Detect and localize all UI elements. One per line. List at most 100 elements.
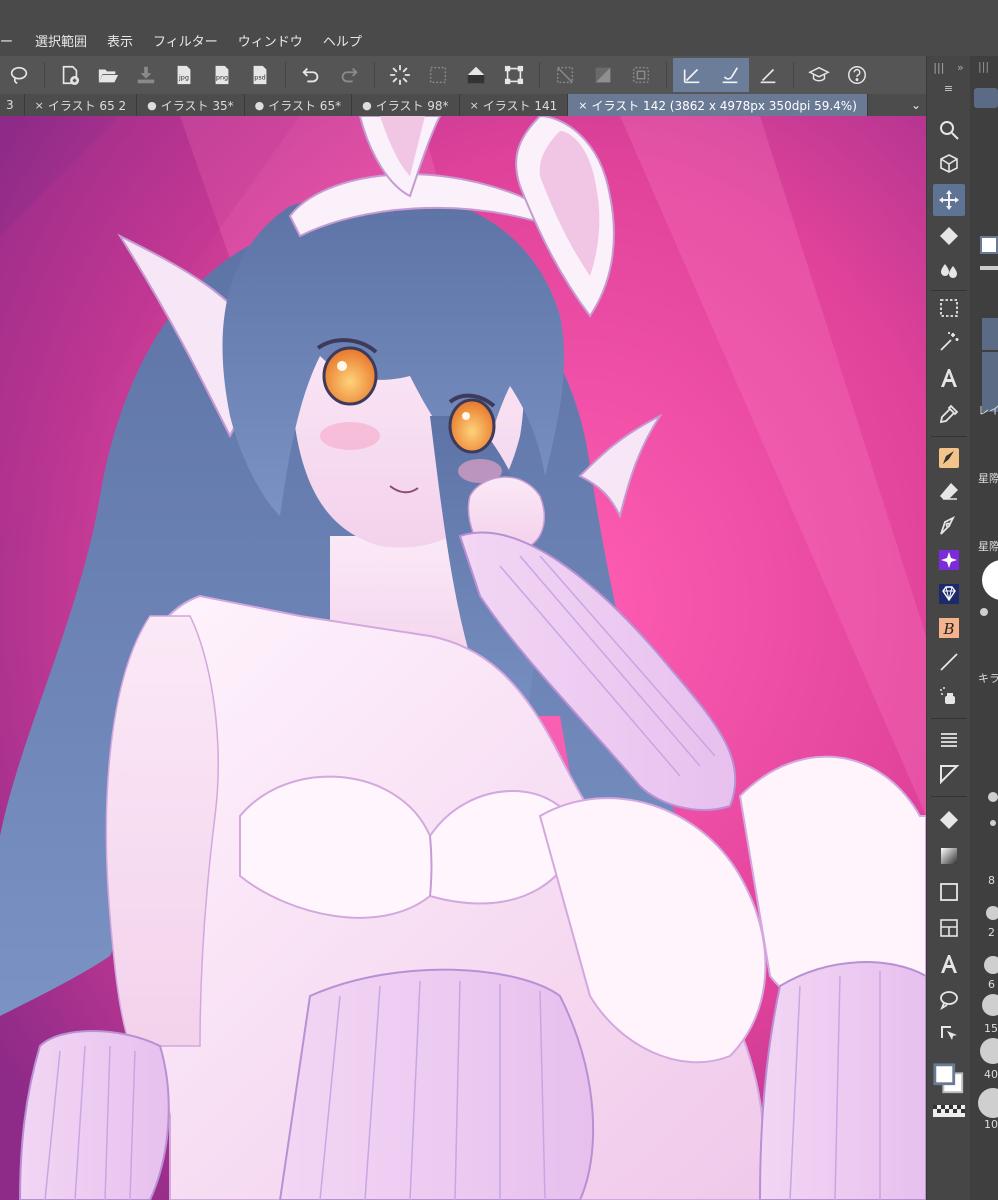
gem-brush-tool[interactable] <box>933 578 965 610</box>
line-tool[interactable] <box>933 646 965 678</box>
save-button[interactable] <box>127 58 165 92</box>
color-bar <box>980 266 998 270</box>
menu-item-view[interactable]: 表示 <box>97 30 143 56</box>
collapse-icon[interactable]: » <box>957 61 964 74</box>
current-color-swatch[interactable] <box>980 236 998 254</box>
spray-tool[interactable] <box>933 680 965 712</box>
menu-item-selection[interactable]: 選択範囲 <box>25 30 97 56</box>
blend-tool[interactable] <box>933 254 965 286</box>
clear-selection-button[interactable] <box>419 58 457 92</box>
selection-border-button[interactable] <box>622 58 660 92</box>
transparent-color-button[interactable] <box>933 1104 965 1118</box>
balloon-tool[interactable] <box>933 984 965 1016</box>
tab-label: 3 <box>6 98 14 112</box>
brush-size-dot[interactable] <box>978 1088 998 1118</box>
palette-grip[interactable]: ||| » <box>927 56 970 78</box>
tab-illust-partial[interactable]: 3 <box>0 94 25 116</box>
learn-button[interactable] <box>800 58 838 92</box>
auto-select-tool[interactable] <box>933 326 965 358</box>
tab-illust-141[interactable]: × イラスト 141 <box>460 94 569 116</box>
ruler-snap-button[interactable] <box>673 58 711 92</box>
ruler-tool[interactable] <box>933 758 965 790</box>
3d-operate-tool[interactable] <box>933 148 965 180</box>
text-tool[interactable] <box>933 362 965 394</box>
artwork <box>0 116 926 1200</box>
brush-size-dot[interactable] <box>990 820 996 826</box>
text-a-icon <box>941 369 957 387</box>
tab-overflow-button[interactable]: ⌄ <box>906 94 926 116</box>
title-strip <box>0 0 998 30</box>
redo-button[interactable] <box>330 58 368 92</box>
close-tab-icon[interactable]: × <box>35 99 44 112</box>
sparkle-brush-tool[interactable] <box>933 544 965 576</box>
panel-layout-tool[interactable] <box>933 912 965 944</box>
menu-item-help[interactable]: ヘルプ <box>313 30 372 56</box>
tab-illust-65-2[interactable]: × イラスト 65 2 <box>25 94 138 116</box>
learn-icon <box>808 66 830 82</box>
tab-illust-35[interactable]: ● イラスト 35* <box>137 94 245 116</box>
lasso-button[interactable] <box>0 58 38 92</box>
color-swatches[interactable] <box>931 1060 967 1098</box>
brush-size-dot[interactable] <box>982 994 998 1016</box>
brush-size-dot[interactable] <box>980 1038 998 1064</box>
pen-tool[interactable] <box>933 442 965 474</box>
grip-icon: ||| <box>933 60 945 74</box>
brush-snap-button[interactable] <box>711 58 749 92</box>
object-cursor-icon <box>941 1026 957 1040</box>
brush-size-dot[interactable] <box>986 906 998 920</box>
selection-gradient-button[interactable] <box>584 58 622 92</box>
tab-illust-65[interactable]: ● イラスト 65* <box>245 94 353 116</box>
tab-illust-98[interactable]: ● イラスト 98* <box>352 94 460 116</box>
cube-cursor-icon <box>940 154 958 173</box>
brush-size-label: 8 <box>988 874 995 887</box>
export-psd-icon: psd <box>253 65 267 85</box>
brush-size-dot[interactable] <box>988 792 998 802</box>
move-tool[interactable] <box>933 184 965 216</box>
panel-tab[interactable] <box>974 88 998 108</box>
pencil-tool[interactable] <box>933 510 965 542</box>
brush-size-dot[interactable] <box>984 956 998 974</box>
layer-list-tool[interactable] <box>933 724 965 756</box>
help-button[interactable] <box>838 58 876 92</box>
panel-grip-icon[interactable]: ||| <box>978 60 989 73</box>
selection-tool[interactable] <box>933 292 965 324</box>
loading-button[interactable] <box>381 58 419 92</box>
tab-label: イラスト 142 (3862 x 4978px 350dpi 59.4%) <box>591 98 857 113</box>
object-tool[interactable] <box>933 1018 965 1050</box>
menu-item-window[interactable]: ウィンドウ <box>228 30 313 56</box>
toolbar-divider <box>666 62 667 88</box>
eraser-tool[interactable] <box>933 476 965 508</box>
eyedropper-icon <box>939 404 959 424</box>
palette-menu-button[interactable]: ≡ <box>927 78 970 98</box>
gradient-tool[interactable] <box>933 840 965 872</box>
undo-button[interactable] <box>292 58 330 92</box>
export-psd-button[interactable]: psd <box>241 58 279 92</box>
brush-size-label: 10 <box>984 1118 998 1131</box>
menu-item-layer[interactable]: ー <box>0 30 25 56</box>
close-tab-icon[interactable]: × <box>578 99 587 112</box>
fill-tool-2[interactable] <box>933 804 965 836</box>
export-png-button[interactable]: png <box>203 58 241 92</box>
selected-subtool[interactable] <box>982 318 998 350</box>
ruler-edit-button[interactable] <box>749 58 787 92</box>
tab-illust-142[interactable]: × イラスト 142 (3862 x 4978px 350dpi 59.4%) <box>568 94 868 116</box>
invert-selection-button[interactable] <box>546 58 584 92</box>
drawing-canvas[interactable] <box>0 116 926 1200</box>
open-button[interactable] <box>89 58 127 92</box>
airbrush-icon <box>940 687 955 704</box>
eyedropper-tool[interactable] <box>933 398 965 430</box>
zoom-tool[interactable] <box>933 114 965 146</box>
selection-border-icon <box>632 66 650 84</box>
new-file-button[interactable] <box>51 58 89 92</box>
text-tool-2[interactable] <box>933 948 965 980</box>
close-tab-icon[interactable]: × <box>470 99 479 112</box>
export-jpg-button[interactable]: jpg <box>165 58 203 92</box>
b-brush-tool[interactable]: B <box>933 612 965 644</box>
transform-button[interactable] <box>495 58 533 92</box>
fill-tool[interactable] <box>933 220 965 252</box>
selection-gradient-icon <box>595 67 611 83</box>
fill-button[interactable] <box>457 58 495 92</box>
eraser-icon <box>940 483 958 500</box>
frame-tool[interactable] <box>933 876 965 908</box>
menu-item-filter[interactable]: フィルター <box>143 30 228 56</box>
